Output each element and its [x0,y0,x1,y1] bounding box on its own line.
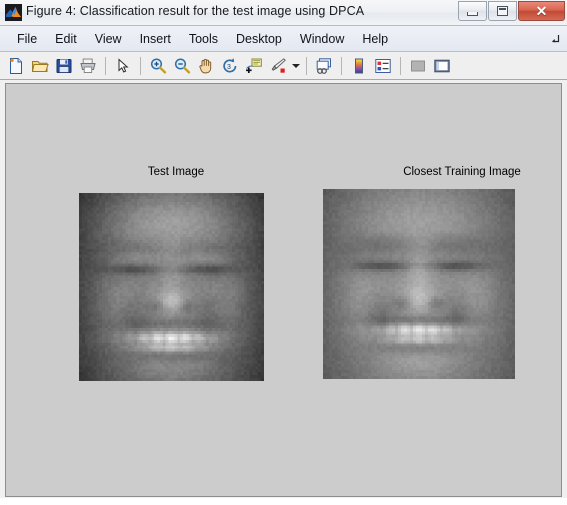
test-face-image [79,193,264,381]
legend-icon[interactable] [371,54,395,78]
menu-item-edit[interactable]: Edit [46,30,86,48]
print-figure-icon[interactable] [76,54,100,78]
toolbar-separator [341,56,342,75]
closest-training-image-title: Closest Training Image [403,166,521,178]
toolbar-separator [105,56,106,75]
maximize-icon [497,6,508,16]
rotate-3d-icon[interactable]: 3 [218,54,242,78]
hide-plot-tools-icon[interactable] [406,54,430,78]
menu-item-desktop[interactable]: Desktop [227,30,291,48]
close-icon: ✕ [535,3,548,19]
menu-item-file[interactable]: File [8,30,46,48]
maximize-button[interactable] [488,1,517,21]
menu-item-window[interactable]: Window [291,30,353,48]
pan-hand-icon[interactable] [194,54,218,78]
brush-select-icon[interactable] [266,54,290,78]
minimize-icon [467,11,478,16]
status-bar [0,498,567,505]
data-cursor-icon[interactable] [242,54,266,78]
zoom-in-icon[interactable] [146,54,170,78]
save-figure-icon[interactable] [52,54,76,78]
menu-item-list: File Edit View Insert Tools Desktop Window Help [0,26,567,51]
minimize-button[interactable] [458,1,487,21]
show-plot-tools-icon[interactable] [430,54,454,78]
close-button[interactable]: ✕ [518,1,565,21]
toolbar-separator [400,56,401,75]
closest-training-face-image [323,189,515,379]
new-figure-icon[interactable] [4,54,28,78]
colorbar-icon[interactable] [347,54,371,78]
zoom-out-icon[interactable] [170,54,194,78]
menu-item-insert[interactable]: Insert [131,30,180,48]
menu-item-view[interactable]: View [86,30,131,48]
figure-toolbar: 3 [0,52,567,80]
matlab-membrane-icon [5,4,22,21]
menu-item-tools[interactable]: Tools [180,30,227,48]
svg-text:3: 3 [227,64,231,71]
toolbar-separator [140,56,141,75]
toolbar-separator [306,56,307,75]
link-plot-icon[interactable] [312,54,336,78]
open-file-icon[interactable] [28,54,52,78]
window-controls: ✕ [457,1,565,21]
title-bar: Figure 4: Classification result for the … [0,0,567,26]
window-title: Figure 4: Classification result for the … [26,4,365,18]
menu-bar: File Edit View Insert Tools Desktop Window Help [0,26,567,52]
figure-canvas[interactable]: Test Image Closest Training Image [5,83,562,497]
pointer-select-icon[interactable] [111,54,135,78]
brush-dropdown-arrow-icon[interactable] [290,54,301,78]
matlab-figure-window: Figure 4: Classification result for the … [0,0,567,505]
menu-item-help[interactable]: Help [353,30,397,48]
undock-arrow-icon[interactable] [549,32,561,44]
